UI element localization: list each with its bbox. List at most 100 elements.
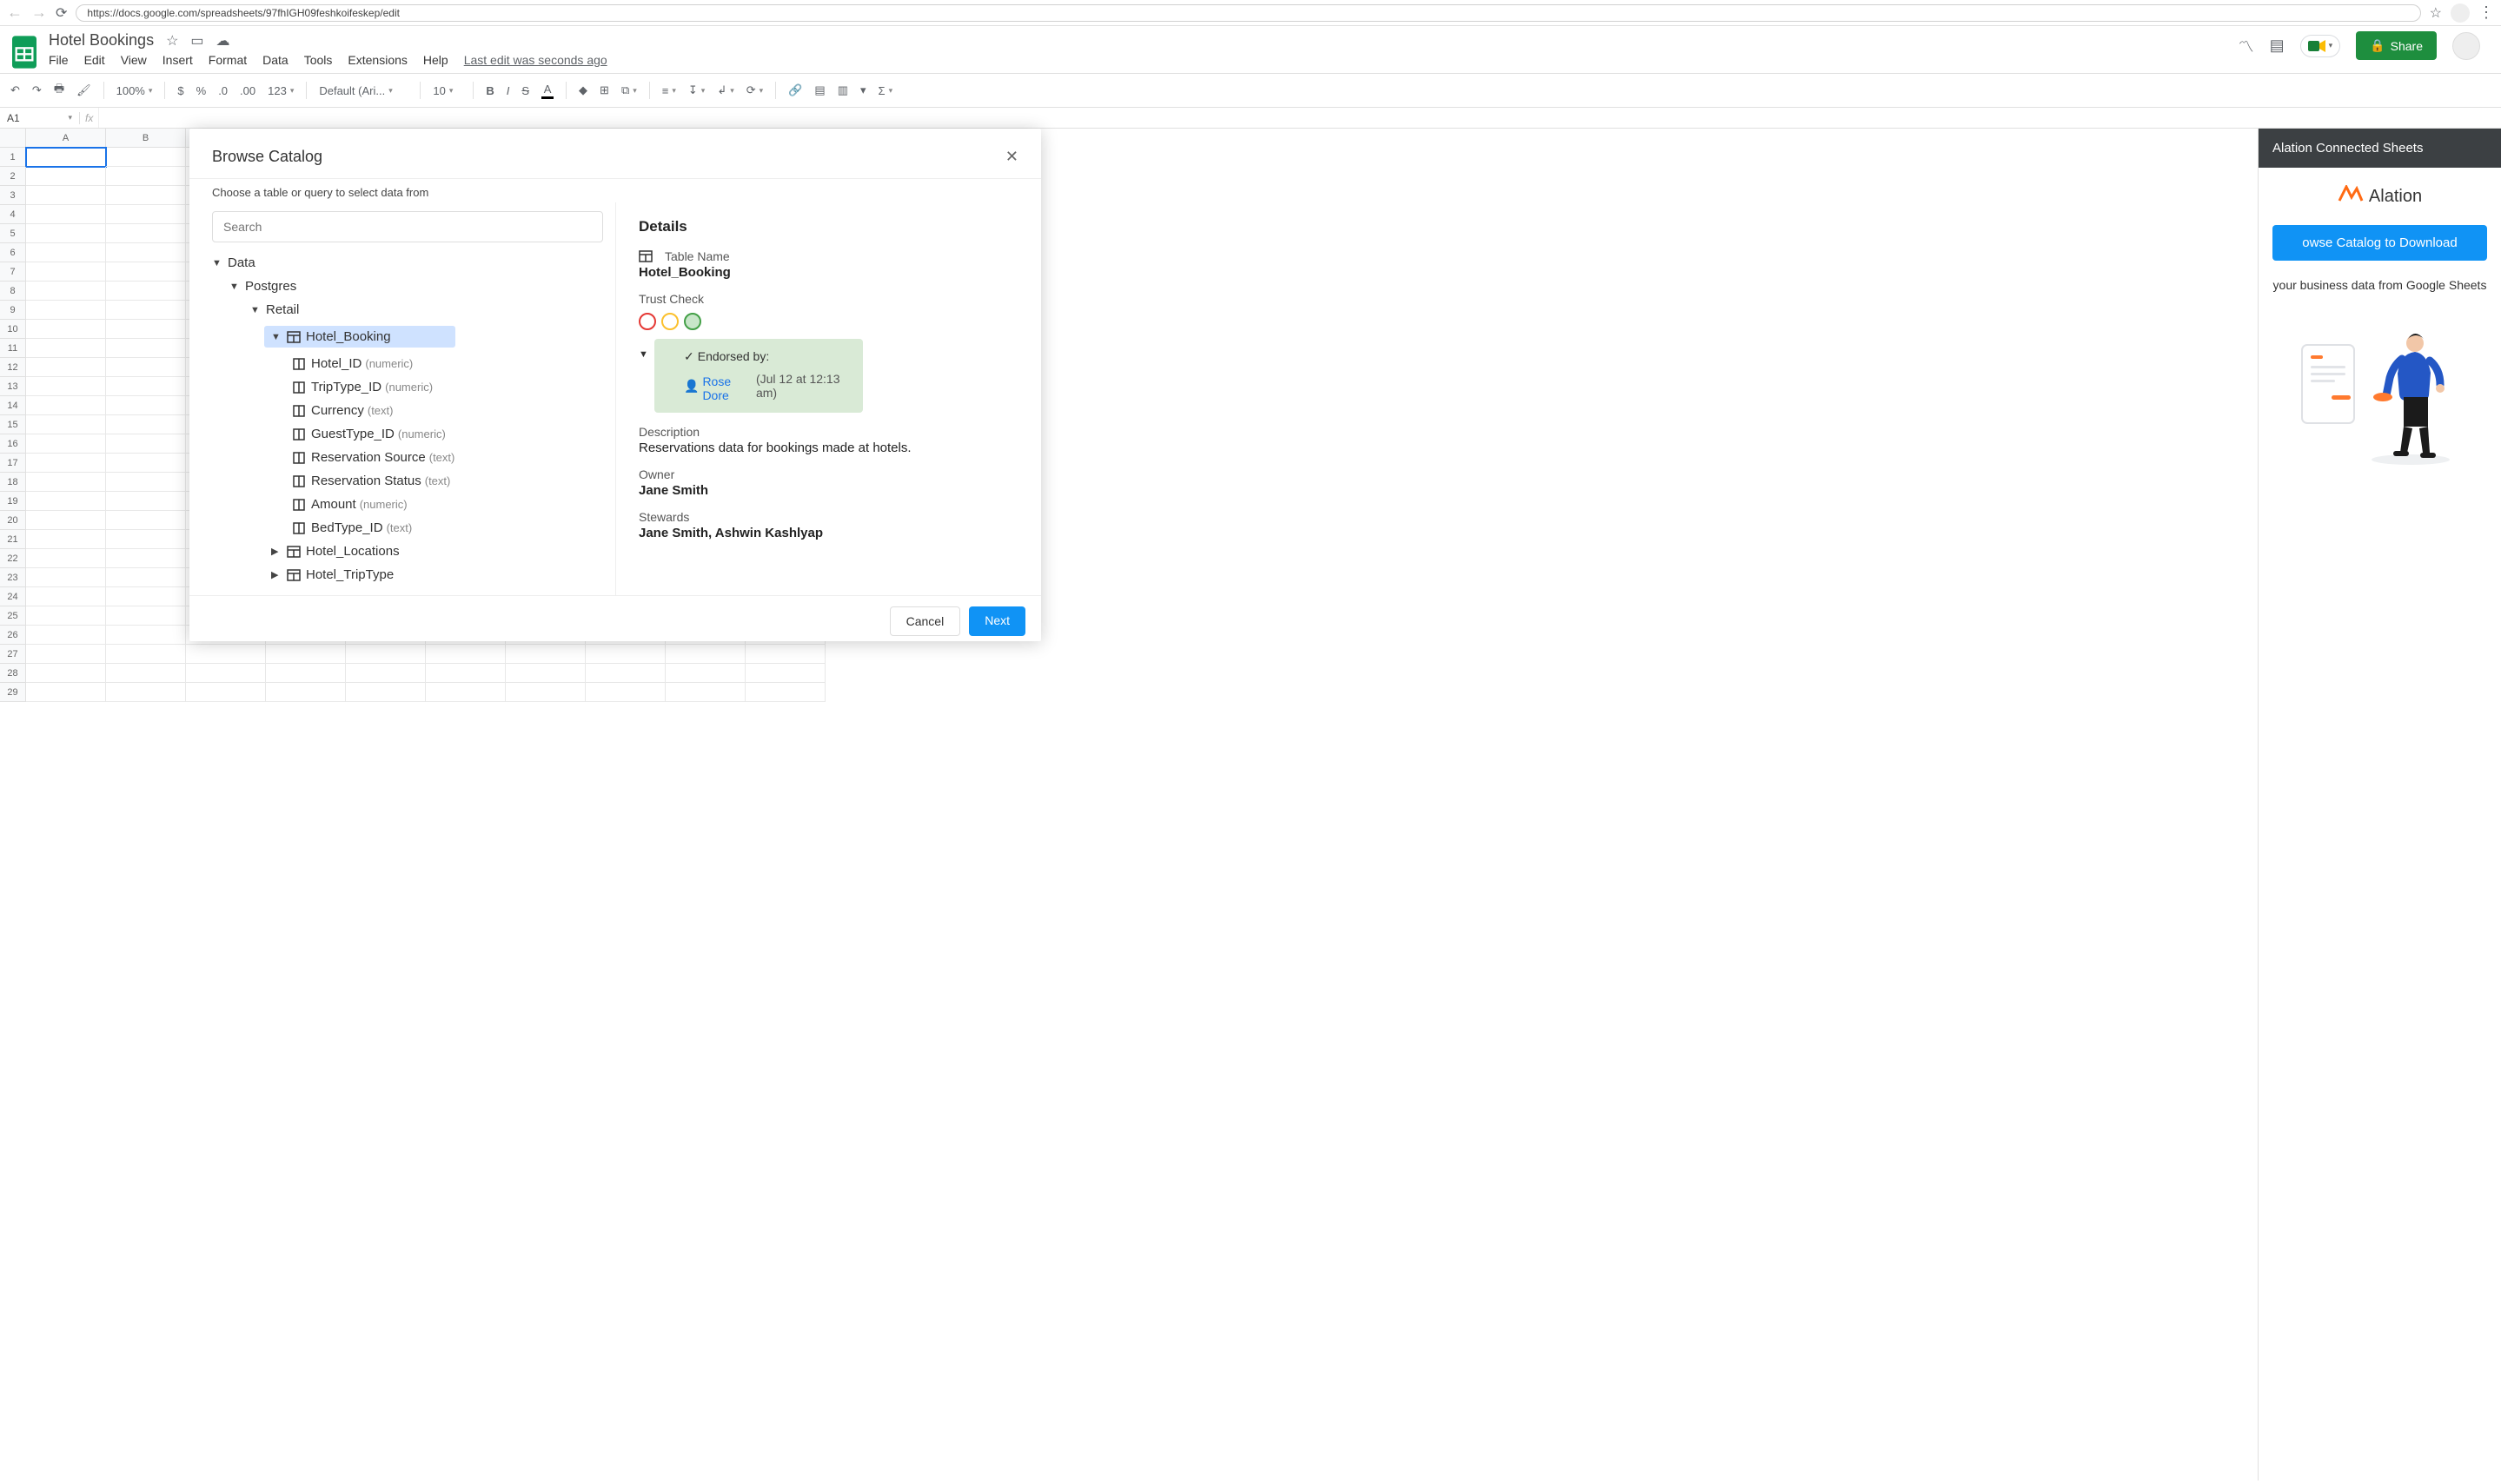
cell[interactable] bbox=[106, 568, 186, 587]
search-input[interactable] bbox=[212, 211, 603, 242]
row-header[interactable]: 11 bbox=[0, 339, 26, 358]
cell[interactable] bbox=[26, 683, 106, 702]
cell[interactable] bbox=[106, 224, 186, 243]
functions-icon[interactable]: Σ bbox=[875, 84, 897, 97]
name-box[interactable]: A1▾ bbox=[0, 112, 80, 124]
last-edit-link[interactable]: Last edit was seconds ago bbox=[464, 53, 607, 67]
merge-icon[interactable]: ⧉ bbox=[618, 83, 640, 97]
trust-red-icon[interactable] bbox=[639, 313, 656, 330]
cell[interactable] bbox=[26, 492, 106, 511]
cell[interactable] bbox=[106, 626, 186, 645]
next-button[interactable]: Next bbox=[969, 606, 1025, 636]
cell[interactable] bbox=[346, 683, 426, 702]
cell[interactable] bbox=[106, 530, 186, 549]
chart-icon[interactable]: ▥ bbox=[834, 83, 852, 97]
redo-icon[interactable]: ↷ bbox=[29, 83, 45, 97]
row-header[interactable]: 23 bbox=[0, 568, 26, 587]
browse-catalog-button[interactable]: owse Catalog to Download bbox=[2272, 225, 2487, 261]
row-header[interactable]: 19 bbox=[0, 492, 26, 511]
row-header[interactable]: 29 bbox=[0, 683, 26, 702]
cell[interactable] bbox=[666, 645, 746, 664]
column-header[interactable]: A bbox=[26, 129, 106, 148]
row-header[interactable]: 8 bbox=[0, 282, 26, 301]
row-header[interactable]: 12 bbox=[0, 358, 26, 377]
row-header[interactable]: 21 bbox=[0, 530, 26, 549]
cell[interactable] bbox=[26, 511, 106, 530]
move-icon[interactable]: ▭ bbox=[190, 32, 203, 50]
row-header[interactable]: 16 bbox=[0, 434, 26, 454]
cell[interactable] bbox=[186, 683, 266, 702]
tree-table-selected[interactable]: Hotel_Booking bbox=[212, 321, 603, 352]
cell[interactable] bbox=[106, 358, 186, 377]
cell[interactable] bbox=[26, 186, 106, 205]
row-header[interactable]: 20 bbox=[0, 511, 26, 530]
print-icon[interactable]: 🖶 bbox=[50, 81, 68, 100]
cell[interactable] bbox=[26, 301, 106, 320]
cell[interactable] bbox=[26, 167, 106, 186]
cell[interactable] bbox=[106, 301, 186, 320]
menu-extensions[interactable]: Extensions bbox=[348, 53, 407, 67]
cell[interactable] bbox=[106, 492, 186, 511]
url-bar[interactable]: https://docs.google.com/spreadsheets/97f… bbox=[76, 4, 2420, 22]
tree-column[interactable]: Hotel_ID (numeric) bbox=[212, 352, 603, 375]
number-format-selector[interactable]: 123 bbox=[264, 84, 297, 97]
cell[interactable] bbox=[106, 415, 186, 434]
cell[interactable] bbox=[26, 530, 106, 549]
menu-format[interactable]: Format bbox=[209, 53, 247, 67]
cell[interactable] bbox=[26, 205, 106, 224]
cell[interactable] bbox=[426, 664, 506, 683]
tree-root[interactable]: Data bbox=[212, 251, 603, 275]
menu-edit[interactable]: Edit bbox=[84, 53, 105, 67]
tree-column[interactable]: Reservation Source (text) bbox=[212, 446, 603, 469]
cell[interactable] bbox=[26, 587, 106, 606]
cell[interactable] bbox=[666, 664, 746, 683]
trust-green-icon[interactable] bbox=[684, 313, 701, 330]
cancel-button[interactable]: Cancel bbox=[890, 606, 961, 636]
tree-table[interactable]: Hotel_Locations bbox=[212, 540, 603, 563]
cell[interactable] bbox=[26, 358, 106, 377]
cell[interactable] bbox=[426, 645, 506, 664]
trust-yellow-icon[interactable] bbox=[661, 313, 679, 330]
tree-column[interactable]: GuestType_ID (numeric) bbox=[212, 422, 603, 446]
cell[interactable] bbox=[26, 224, 106, 243]
italic-icon[interactable]: I bbox=[503, 84, 514, 97]
cell[interactable] bbox=[26, 606, 106, 626]
menu-view[interactable]: View bbox=[121, 53, 147, 67]
row-header[interactable]: 28 bbox=[0, 664, 26, 683]
cell[interactable] bbox=[106, 243, 186, 262]
filter-icon[interactable]: ▾ bbox=[857, 83, 870, 97]
row-header[interactable]: 9 bbox=[0, 301, 26, 320]
user-avatar[interactable] bbox=[2452, 32, 2480, 60]
percent-icon[interactable]: % bbox=[193, 84, 210, 97]
cell[interactable] bbox=[746, 645, 826, 664]
doc-title[interactable]: Hotel Bookings bbox=[49, 31, 154, 50]
row-header[interactable]: 7 bbox=[0, 262, 26, 282]
cell[interactable] bbox=[26, 320, 106, 339]
row-header[interactable]: 4 bbox=[0, 205, 26, 224]
tree-column[interactable]: Currency (text) bbox=[212, 399, 603, 422]
cell[interactable] bbox=[26, 645, 106, 664]
link-icon[interactable]: 🔗 bbox=[785, 83, 806, 97]
cell[interactable] bbox=[506, 645, 586, 664]
cell[interactable] bbox=[106, 282, 186, 301]
bold-icon[interactable]: B bbox=[482, 84, 497, 97]
cell[interactable] bbox=[106, 148, 186, 167]
row-header[interactable]: 3 bbox=[0, 186, 26, 205]
cell[interactable] bbox=[426, 683, 506, 702]
borders-icon[interactable]: ⊞ bbox=[596, 83, 613, 97]
formula-bar[interactable] bbox=[98, 108, 2501, 128]
tree-table[interactable]: Hotel_TripType bbox=[212, 563, 603, 586]
cell[interactable] bbox=[26, 568, 106, 587]
cell[interactable] bbox=[106, 511, 186, 530]
cell[interactable] bbox=[266, 664, 346, 683]
cell[interactable] bbox=[26, 339, 106, 358]
row-header[interactable]: 27 bbox=[0, 645, 26, 664]
decrease-decimal-icon[interactable]: .0 bbox=[215, 84, 231, 97]
row-header[interactable]: 22 bbox=[0, 549, 26, 568]
cell[interactable] bbox=[106, 664, 186, 683]
tree-column[interactable]: TripType_ID (numeric) bbox=[212, 375, 603, 399]
cell[interactable] bbox=[106, 549, 186, 568]
tree-schema[interactable]: Retail bbox=[212, 298, 603, 321]
cell[interactable] bbox=[186, 645, 266, 664]
tree-column[interactable]: BedType_ID (text) bbox=[212, 516, 603, 540]
